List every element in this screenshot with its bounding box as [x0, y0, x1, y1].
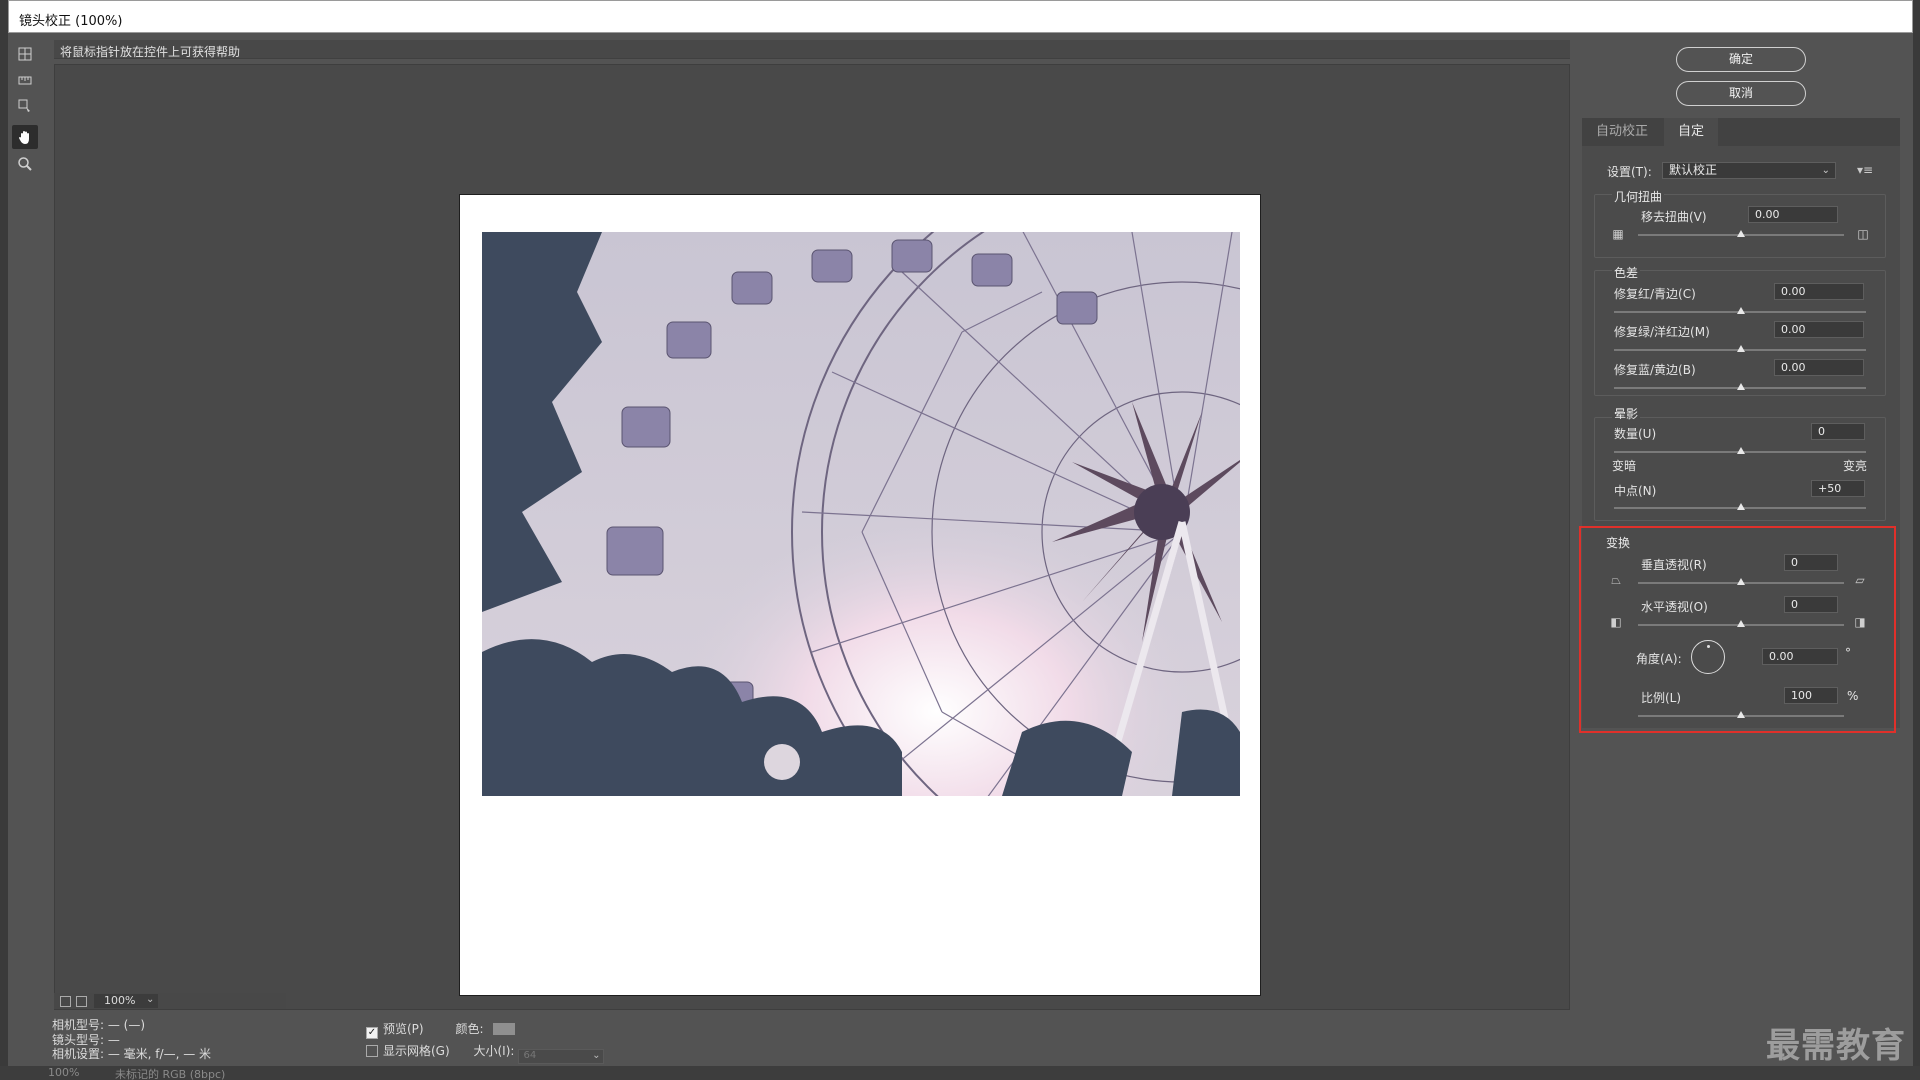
- hand-tool-icon[interactable]: [12, 125, 38, 149]
- status-bar: 100% 未标记的 RGB (8bpc): [0, 1066, 1920, 1080]
- midpoint-input[interactable]: +50: [1811, 480, 1865, 497]
- grid-option-row: 显示网格(G) 大小(I): 64 ⌄: [366, 1042, 605, 1064]
- vignette-amount-slider-thumb[interactable]: [1737, 447, 1745, 454]
- chevron-down-icon: ⌄: [1821, 165, 1830, 176]
- ok-button[interactable]: 确定: [1676, 47, 1806, 72]
- barrel-icon: ◫: [1857, 227, 1869, 241]
- blue-yellow-slider-thumb[interactable]: [1737, 383, 1745, 390]
- camera-model: 相机型号: — (—): [52, 1018, 146, 1032]
- vignette-title: 晕影: [1612, 405, 1641, 422]
- green-magenta-input[interactable]: 0.00: [1774, 321, 1864, 338]
- settings-label: 设置(T):: [1607, 165, 1652, 179]
- remove-distortion-tool-icon[interactable]: [12, 42, 38, 66]
- settings-menu-icon[interactable]: ▾≡: [1857, 163, 1873, 177]
- tab-auto-correction[interactable]: 自动校正: [1582, 118, 1662, 146]
- red-cyan-label: 修复红/青边(C): [1614, 287, 1696, 301]
- grid-size-select[interactable]: 64 ⌄: [518, 1049, 605, 1064]
- geometric-title: 几何扭曲: [1612, 188, 1665, 205]
- left-gutter: [0, 0, 8, 1080]
- transform-highlight-box: [1579, 526, 1896, 733]
- grid-size-value: 64: [523, 1050, 537, 1061]
- blue-yellow-input[interactable]: 0.00: [1774, 359, 1864, 376]
- chevron-down-icon: ⌄: [592, 1050, 601, 1061]
- watermark-logo: 最需教育: [1766, 1026, 1906, 1066]
- window-title: 镜头校正 (100%): [19, 14, 123, 29]
- settings-select[interactable]: 默认校正 ⌄: [1662, 162, 1836, 179]
- straighten-tool-icon[interactable]: [12, 68, 38, 92]
- help-bar: 将鼠标指针放在控件上可获得帮助: [54, 40, 1570, 59]
- vignette-amount-label: 数量(U): [1614, 427, 1657, 441]
- lighten-label: 变亮: [1843, 459, 1868, 473]
- cancel-button[interactable]: 取消: [1676, 81, 1806, 106]
- darken-label: 变暗: [1612, 459, 1637, 473]
- green-magenta-slider-thumb[interactable]: [1737, 345, 1745, 352]
- zoom-bar: 100% ⌄: [54, 993, 286, 1009]
- status-info: 未标记的 RGB (8bpc): [115, 1068, 226, 1080]
- chromatic-title: 色差: [1612, 264, 1641, 281]
- settings-value: 默认校正: [1669, 163, 1718, 177]
- red-cyan-input[interactable]: 0.00: [1774, 283, 1864, 300]
- size-label: 大小(I):: [473, 1044, 515, 1058]
- zoom-tool-icon[interactable]: [12, 152, 38, 176]
- preview-label: 预览(P): [383, 1022, 424, 1036]
- vignette-amount-input[interactable]: 0: [1811, 423, 1865, 440]
- camera-info: 相机型号: — (—) 镜头型号: — 相机设置: — 毫米, f/—, — 米: [52, 1018, 211, 1062]
- camera-settings: 相机设置: — 毫米, f/—, — 米: [52, 1047, 212, 1061]
- status-zoom: 100%: [48, 1066, 80, 1079]
- red-cyan-slider-thumb[interactable]: [1737, 307, 1745, 314]
- color-label: 颜色:: [455, 1022, 484, 1036]
- remove-distortion-slider-thumb[interactable]: [1737, 230, 1745, 237]
- midpoint-slider-thumb[interactable]: [1737, 503, 1745, 510]
- zoom-out-icon[interactable]: [60, 996, 71, 1007]
- remove-distortion-label: 移去扭曲(V): [1641, 210, 1707, 224]
- show-grid-checkbox[interactable]: [366, 1045, 378, 1057]
- title-bar: 镜头校正 (100%): [8, 0, 1913, 33]
- chevron-down-icon[interactable]: ⌄: [146, 994, 154, 1005]
- pincushion-icon: ▦: [1612, 227, 1624, 241]
- blue-yellow-label: 修复蓝/黄边(B): [1614, 363, 1696, 377]
- preview-checkbox[interactable]: ✓: [366, 1027, 378, 1039]
- show-grid-label: 显示网格(G): [383, 1044, 450, 1058]
- tab-custom[interactable]: 自定: [1664, 118, 1719, 146]
- preview-canvas[interactable]: [54, 64, 1570, 1010]
- tab-bar: 自动校正 自定: [1582, 118, 1900, 146]
- help-text: 将鼠标指针放在控件上可获得帮助: [60, 45, 241, 59]
- ferris-wheel-photo: [482, 232, 1240, 796]
- midpoint-label: 中点(N): [1614, 484, 1657, 498]
- preview-option-row: ✓ 预览(P) 颜色:: [366, 1020, 516, 1039]
- move-grid-tool-icon[interactable]: [12, 94, 38, 118]
- lens-model: 镜头型号: —: [52, 1032, 120, 1047]
- remove-distortion-input[interactable]: 0.00: [1748, 206, 1838, 223]
- grid-color-swatch[interactable]: [493, 1023, 516, 1035]
- zoom-in-icon[interactable]: [76, 996, 87, 1007]
- green-magenta-label: 修复绿/洋红边(M): [1614, 325, 1710, 339]
- document-preview: [459, 194, 1261, 996]
